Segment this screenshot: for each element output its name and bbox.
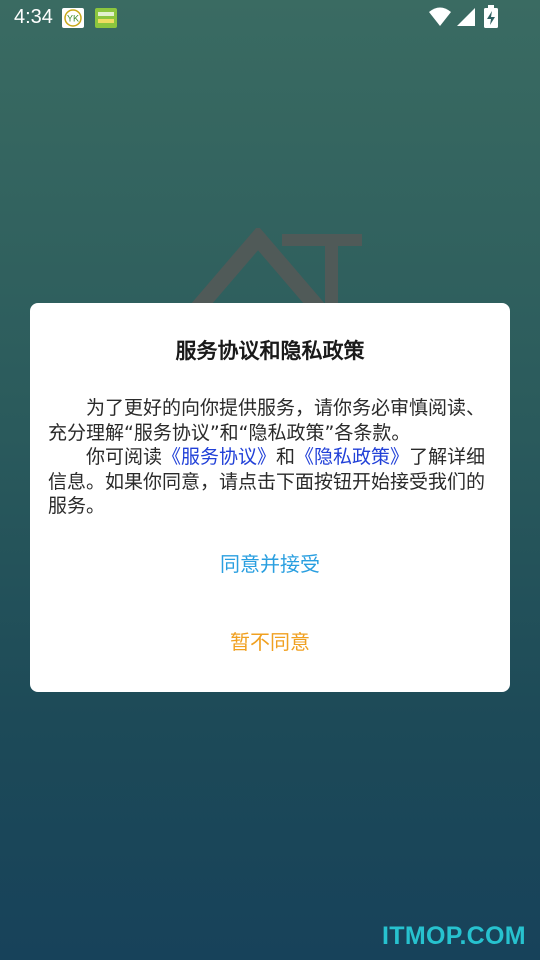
- dialog-paragraph-1: 为了更好的向你提供服务，请你务必审慎阅读、充分理解“服务协议”和“隐私政策”各条…: [48, 397, 486, 444]
- paragraph-2-and: 和: [276, 446, 296, 468]
- dialog-title: 服务协议和隐私政策: [175, 339, 365, 363]
- watermark: ITMOP.COM: [382, 922, 526, 950]
- app-logo: [190, 225, 370, 314]
- dialog-body: 为了更好的向你提供服务，请你务必审慎阅读、充分理解“服务协议”和“隐私政策”各条…: [48, 396, 494, 519]
- yk-app-notification-icon: YK: [62, 8, 84, 28]
- terms-dialog: 服务协议和隐私政策 为了更好的向你提供服务，请你务必审慎阅读、充分理解“服务协议…: [30, 303, 510, 692]
- privacy-policy-link[interactable]: 《隐私政策》: [295, 446, 409, 468]
- agree-button[interactable]: 同意并接受: [170, 547, 370, 581]
- green-app-notification-icon: [95, 8, 117, 28]
- paragraph-2-prefix: 你可阅读: [86, 446, 163, 468]
- disagree-button[interactable]: 暂不同意: [170, 625, 370, 659]
- yk-icon-text: YK: [67, 14, 79, 24]
- battery-charging-icon: [484, 5, 498, 33]
- status-time: 4:34: [14, 6, 53, 28]
- cell-signal-icon: [456, 6, 476, 32]
- status-bar: 4:34 YK: [0, 0, 540, 36]
- wifi-icon: [428, 6, 452, 32]
- service-agreement-link[interactable]: 《服务协议》: [162, 446, 276, 468]
- dialog-paragraph-2: 你可阅读《服务协议》和《隐私政策》了解详细信息。如果你同意，请点击下面按钮开始接…: [48, 445, 494, 519]
